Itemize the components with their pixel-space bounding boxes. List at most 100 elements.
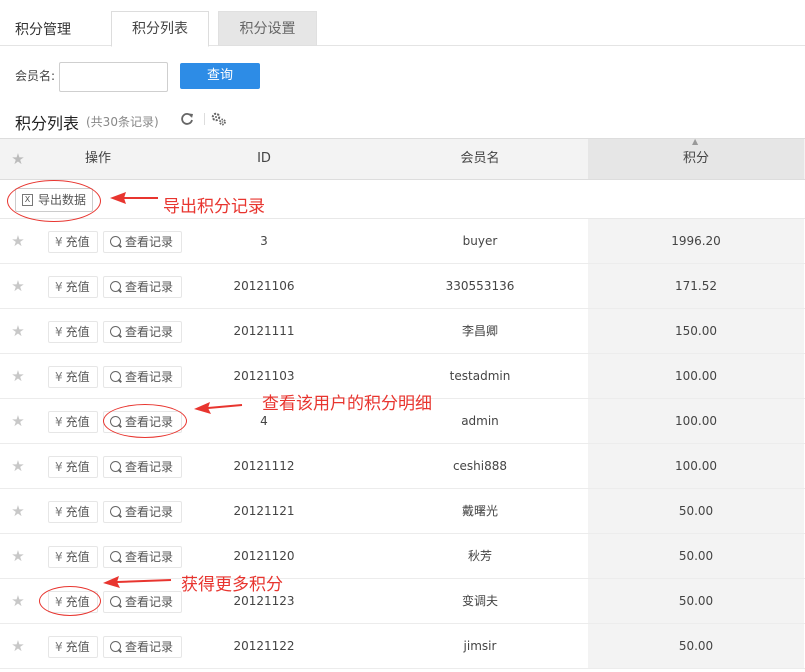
- recharge-annotation-circle: [39, 586, 101, 616]
- tab-points-list[interactable]: 积分列表: [111, 11, 209, 47]
- recharge-button[interactable]: ¥ 充值: [48, 366, 98, 388]
- yen-icon: ¥: [55, 550, 63, 564]
- yen-icon: ¥: [55, 325, 63, 339]
- table-row: ★ ¥ 充值 查看记录 20121121 戴曙光 50.00: [0, 489, 805, 534]
- recharge-annotation-text: 获得更多积分: [181, 575, 283, 595]
- export-annotation-text: 导出积分记录: [163, 197, 265, 217]
- table-header: ▲ ★ 操作 ID 会员名 积分: [0, 137, 805, 180]
- cell-id: 3: [260, 234, 268, 248]
- table-row: ★ ¥ 充值 查看记录 20121111 李昌卿 150.00: [0, 309, 805, 354]
- column-header-member-name[interactable]: 会员名: [430, 139, 530, 179]
- recharge-label: 充值: [65, 640, 90, 654]
- recharge-label: 充值: [65, 415, 90, 429]
- view-annotation-text: 查看该用户的积分明细: [262, 394, 432, 414]
- recharge-button[interactable]: ¥ 充值: [48, 411, 98, 433]
- cell-points: 1996.20: [671, 234, 721, 248]
- zoom-icon: [110, 641, 121, 652]
- export-annotation-arrow: [110, 192, 158, 204]
- zoom-icon: [110, 371, 121, 382]
- table-row: ★ ¥ 充值 查看记录 3 buyer 1996.20: [0, 219, 805, 264]
- recharge-label: 充值: [65, 280, 90, 294]
- search-button[interactable]: 查询: [180, 63, 260, 89]
- list-title: 积分列表: [15, 114, 80, 133]
- toolbar-divider: [204, 113, 205, 125]
- section-title: 积分管理: [15, 22, 71, 38]
- recharge-label: 充值: [65, 505, 90, 519]
- column-header-actions: 操作: [84, 151, 111, 166]
- view-annotation-arrow: [194, 402, 243, 414]
- cell-member-name: buyer: [462, 234, 498, 248]
- star-icon[interactable]: ★: [8, 444, 28, 488]
- cell-member-name: 李昌卿: [461, 324, 498, 338]
- yen-icon: ¥: [55, 370, 63, 384]
- cell-member-name: 变调夫: [461, 594, 498, 608]
- zoom-icon: [110, 326, 121, 337]
- yen-icon: ¥: [55, 505, 63, 519]
- table-row: ★ ¥ 充值 查看记录 20121106 330553136 171.52: [0, 264, 805, 309]
- star-icon[interactable]: ★: [8, 219, 28, 263]
- export-annotation-circle: [7, 180, 101, 222]
- cell-member-name: 秋芳: [467, 549, 492, 563]
- recharge-label: 充值: [65, 325, 90, 339]
- recharge-label: 充值: [65, 550, 90, 564]
- yen-icon: ¥: [55, 460, 63, 474]
- recharge-annotation-arrow: [103, 576, 172, 588]
- recharge-button[interactable]: ¥ 充值: [48, 231, 98, 253]
- cell-points: 50.00: [678, 504, 714, 518]
- cell-points: 50.00: [678, 594, 714, 608]
- cell-points: 100.00: [675, 369, 717, 383]
- recharge-button[interactable]: ¥ 充值: [48, 501, 98, 523]
- cell-id: 20121122: [233, 639, 295, 653]
- recharge-button[interactable]: ¥ 充值: [48, 636, 98, 658]
- column-header-id[interactable]: ID: [214, 139, 314, 179]
- star-icon[interactable]: ★: [8, 264, 28, 308]
- member-name-input[interactable]: [59, 62, 168, 92]
- star-icon[interactable]: ★: [8, 354, 28, 398]
- cell-id: 20121112: [233, 459, 295, 473]
- star-icon[interactable]: ★: [8, 534, 28, 578]
- recharge-label: 充值: [65, 235, 90, 249]
- star-icon[interactable]: ★: [8, 399, 28, 443]
- tab-bar: 积分管理 积分列表 积分设置: [0, 0, 805, 47]
- settings-icon[interactable]: [211, 112, 227, 126]
- tab-points-settings[interactable]: 积分设置: [218, 11, 317, 46]
- star-icon[interactable]: ★: [8, 489, 28, 533]
- cell-points: 100.00: [675, 459, 717, 473]
- recharge-button[interactable]: ¥ 充值: [48, 321, 98, 343]
- star-icon[interactable]: ★: [8, 624, 28, 668]
- recharge-button[interactable]: ¥ 充值: [48, 456, 98, 478]
- cell-points: 171.52: [675, 279, 717, 293]
- recharge-label: 充值: [65, 460, 90, 474]
- cell-member-name: jimsir: [463, 639, 497, 653]
- zoom-icon: [110, 281, 121, 292]
- cell-id: 20121106: [233, 279, 295, 293]
- cell-id: 20121121: [233, 504, 295, 518]
- star-icon[interactable]: ★: [8, 309, 28, 353]
- cell-member-name: 330553136: [445, 279, 515, 293]
- yen-icon: ¥: [55, 415, 63, 429]
- column-header-points[interactable]: 积分: [646, 139, 746, 179]
- cell-points: 50.00: [678, 639, 714, 653]
- zoom-icon: [110, 551, 121, 562]
- refresh-icon[interactable]: [180, 112, 194, 126]
- cell-member-name: 戴曙光: [461, 504, 498, 518]
- star-header-icon: ★: [11, 150, 25, 168]
- yen-icon: ¥: [55, 280, 63, 294]
- recharge-label: 充值: [65, 370, 90, 384]
- cell-points: 50.00: [678, 549, 714, 563]
- member-name-label: 会员名:: [15, 69, 56, 83]
- yen-icon: ¥: [55, 640, 63, 654]
- view-annotation-circle: [103, 404, 187, 438]
- zoom-icon: [110, 236, 121, 247]
- star-icon[interactable]: ★: [8, 579, 28, 623]
- yen-icon: ¥: [55, 235, 63, 249]
- recharge-button[interactable]: ¥ 充值: [48, 276, 98, 298]
- table-row: ★ ¥ 充值 查看记录 20121122 jimsir 50.00: [0, 624, 805, 669]
- zoom-icon: [110, 596, 121, 607]
- recharge-button[interactable]: ¥ 充值: [48, 546, 98, 568]
- table-row: ★ ¥ 充值 查看记录 20121112 ceshi888 100.00: [0, 444, 805, 489]
- cell-points: 150.00: [675, 324, 717, 338]
- zoom-icon: [110, 506, 121, 517]
- cell-member-name: ceshi888: [452, 459, 508, 473]
- record-count: (共30条记录): [86, 115, 159, 129]
